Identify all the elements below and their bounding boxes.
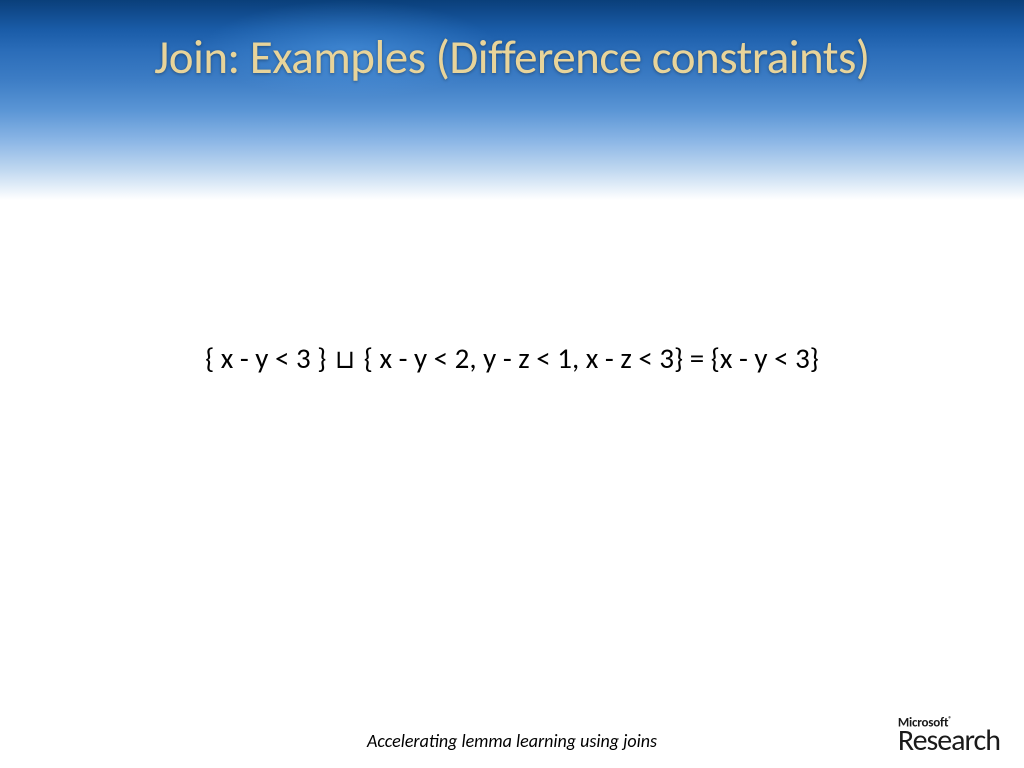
footer-caption: Accelerating lemma learning using joins [0, 730, 1024, 752]
equation-right: { x - y < 2, y - z < 1, x - z < 3} = {x … [357, 340, 819, 376]
slide-content: { x - y < 3 } ⊔ { x - y < 2, y - z < 1, … [0, 340, 1024, 376]
equation-left: { x - y < 3 } [205, 340, 333, 376]
microsoft-research-logo: Microsoft® Research [898, 715, 1000, 754]
logo-division: Research [898, 727, 1000, 754]
join-symbol: ⊔ [335, 343, 355, 375]
slide-title: Join: Examples (Difference constraints) [0, 28, 1024, 86]
